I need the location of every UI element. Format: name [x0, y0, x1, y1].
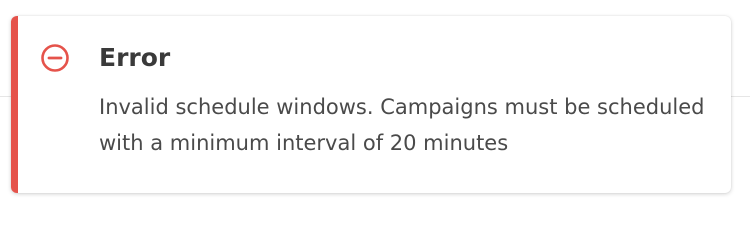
error-alert: Error Invalid schedule windows. Campaign… — [11, 16, 731, 193]
minus-circle-icon — [40, 43, 70, 73]
alert-message: Invalid schedule windows. Campaigns must… — [99, 95, 705, 155]
alert-accent-bar — [11, 16, 18, 193]
alert-title: Error — [99, 43, 171, 72]
page: Error Invalid schedule windows. Campaign… — [0, 0, 750, 208]
